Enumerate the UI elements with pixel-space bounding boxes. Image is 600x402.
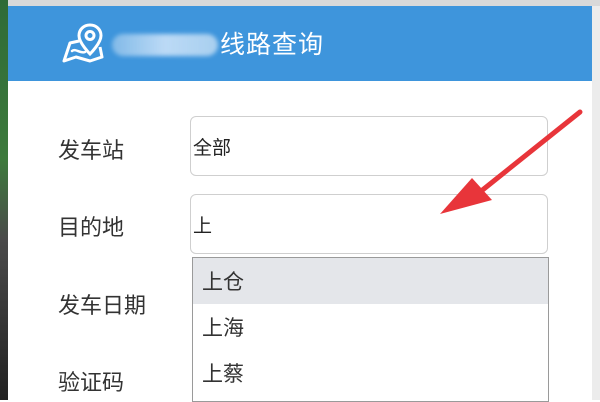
- captcha-label: 验证码: [58, 371, 125, 396]
- page-title: 线路查询: [220, 30, 325, 59]
- dropdown-option[interactable]: 上蔡: [193, 350, 548, 396]
- departure-label: 发车站: [58, 139, 125, 164]
- redacted-text-blur: [112, 34, 218, 56]
- map-pin-icon: [62, 23, 104, 63]
- dropdown-option[interactable]: 上海: [193, 304, 548, 350]
- background-strip-right: [592, 6, 600, 400]
- destination-label: 目的地: [58, 216, 125, 241]
- departure-value: 全部: [193, 136, 232, 159]
- date-label: 发车日期: [58, 294, 147, 319]
- dropdown-option[interactable]: 上仓: [193, 258, 548, 304]
- page-header: 线路查询: [8, 6, 592, 81]
- destination-suggestions-dropdown: 上仓 上海 上蔡: [192, 257, 549, 402]
- background-strip-left: [0, 0, 8, 400]
- annotation-arrow-icon: [440, 109, 583, 214]
- destination-value: 上: [193, 214, 213, 237]
